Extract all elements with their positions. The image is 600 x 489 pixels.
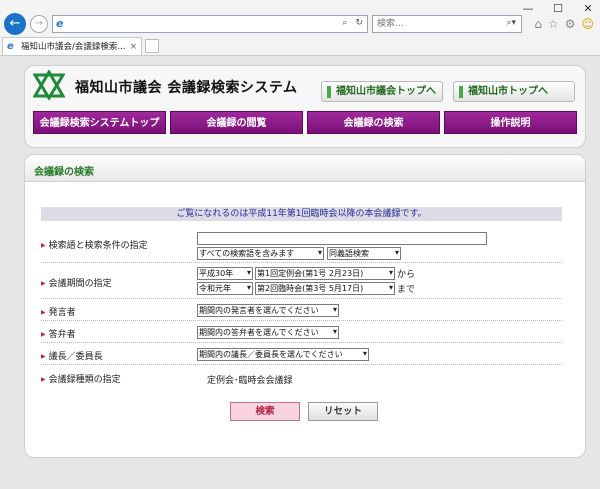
chair-label: ▶ 議長／委員長 bbox=[41, 352, 103, 362]
tab-title: 福知山市議会/会議録検索... bbox=[21, 42, 126, 52]
gear-icon[interactable]: ⚙ bbox=[565, 17, 576, 31]
reset-button[interactable]: リセット bbox=[308, 402, 378, 421]
feedback-smiley-icon[interactable]: ☺ bbox=[581, 17, 594, 31]
keyword-row: ▶検索語と検索条件の指定 すべての検索語を含みます 同義語検索 bbox=[41, 229, 562, 263]
assembly-top-link[interactable]: 福知山市議会トップへ bbox=[321, 81, 443, 102]
window-controls: — ☐ ✕ bbox=[522, 2, 594, 15]
bullet-icon: ▶ bbox=[41, 280, 46, 287]
keyword-label: ▶ 検索語と検索条件の指定 bbox=[41, 241, 148, 251]
new-tab-button[interactable] bbox=[145, 39, 159, 53]
answerer-select[interactable]: 期間内の答弁者を選んでください bbox=[197, 326, 339, 339]
bullet-icon: ▶ bbox=[41, 376, 46, 383]
ie-page-icon: e bbox=[56, 17, 64, 30]
favorites-star-icon[interactable]: ☆ bbox=[548, 17, 559, 31]
from-suffix: から bbox=[397, 270, 416, 280]
speaker-select[interactable]: 期間内の発言者を選んでください bbox=[197, 304, 339, 317]
forward-arrow-icon[interactable]: → bbox=[30, 15, 48, 33]
search-panel: 会議録の検索 ご覧になれるのは平成11年第1回臨時会以降の本会議録です。 ▶ 検索… bbox=[24, 154, 586, 458]
to-session-select[interactable]: 第2回臨時会(第3号 5月17日) bbox=[255, 282, 395, 295]
search-button[interactable]: 検索 bbox=[230, 402, 300, 421]
to-era-select[interactable]: 令和元年 bbox=[197, 282, 253, 295]
site-title: 福知山市議会 会議録検索システム bbox=[75, 80, 298, 96]
main-nav: 会議録検索システムトップ 会議録の閲覧 会議録の検索 操作説明 bbox=[33, 111, 577, 134]
from-session-select[interactable]: 第1回定例会(第1号 2月23日) bbox=[255, 267, 395, 280]
minutes-type-row: ▶ 会議録種類の指定 定例会･臨時会会議録 bbox=[41, 367, 562, 391]
browser-search-box[interactable]: ⌕▾ bbox=[372, 15, 522, 33]
home-icon[interactable]: ⌂ bbox=[534, 17, 542, 31]
close-window-icon[interactable]: ✕ bbox=[582, 2, 594, 15]
synonym-select[interactable]: 同義語検索 bbox=[327, 247, 401, 260]
nav-instructions[interactable]: 操作説明 bbox=[444, 111, 577, 134]
nav-search-minutes[interactable]: 会議録の検索 bbox=[307, 111, 440, 134]
bullet-icon: ▶ bbox=[41, 331, 46, 338]
availability-notice: ご覧になれるのは平成11年第1回臨時会以降の本会議録です。 bbox=[41, 207, 562, 221]
nav-system-top[interactable]: 会議録検索システムトップ bbox=[33, 111, 166, 134]
city-top-link[interactable]: 福知山市トップへ bbox=[453, 81, 575, 102]
speaker-label: ▶ 発言者 bbox=[41, 308, 76, 318]
period-row: ▶会議期間の指定 平成30年 第1回定例会(第1号 2月23日) から 令和元年… bbox=[41, 265, 562, 299]
site-header: 福知山市議会 会議録検索システム 福知山市議会トップへ 福知山市トップへ 会議録… bbox=[24, 65, 586, 148]
refresh-icon[interactable]: ↻ bbox=[355, 18, 363, 28]
answerer-label: ▶ 答弁者 bbox=[41, 330, 76, 340]
keyword-input[interactable] bbox=[197, 232, 487, 245]
minutes-type-value: 定例会･臨時会会議録 bbox=[207, 376, 293, 386]
minimize-icon[interactable]: — bbox=[522, 2, 534, 15]
tab-close-icon[interactable]: × bbox=[130, 38, 137, 56]
browser-chrome: — ☐ ✕ ← → e ⌕ ↻ ⌕▾ ⌂ ☆ ⚙ ☺ e 福知山市議会/会議録検… bbox=[0, 0, 600, 56]
bullet-icon: ▶ bbox=[41, 353, 46, 360]
answerer-row: ▶ 答弁者 期間内の答弁者を選んでください bbox=[41, 323, 562, 343]
bullet-icon: ▶ bbox=[41, 242, 46, 249]
nav-browse-minutes[interactable]: 会議録の閲覧 bbox=[170, 111, 303, 134]
address-bar[interactable]: e ⌕ ↻ bbox=[52, 15, 368, 33]
minutes-type-label: ▶ 会議録種類の指定 bbox=[41, 375, 121, 385]
address-search-icon[interactable]: ⌕ bbox=[342, 18, 347, 28]
condition-select[interactable]: すべての検索語を含みます bbox=[197, 247, 324, 260]
back-arrow-icon[interactable]: ← bbox=[4, 13, 26, 35]
city-logo-icon bbox=[33, 70, 65, 100]
period-label: ▶ 会議期間の指定 bbox=[41, 279, 112, 289]
speaker-row: ▶ 発言者 期間内の発言者を選んでください bbox=[41, 301, 562, 321]
chair-row: ▶ 議長／委員長 期間内の議長／委員長を選んでください bbox=[41, 345, 562, 365]
maximize-icon[interactable]: ☐ bbox=[552, 2, 564, 15]
chair-select[interactable]: 期間内の議長／委員長を選んでください bbox=[197, 348, 369, 361]
to-suffix: まで bbox=[397, 285, 416, 295]
section-title: 会議録の検索 bbox=[34, 167, 94, 178]
search-dropdown-icon[interactable]: ⌕▾ bbox=[506, 18, 516, 28]
section-header: 会議録の検索 bbox=[25, 155, 585, 182]
browser-toolbar-icons: ⌂ ☆ ⚙ ☺ bbox=[534, 17, 594, 31]
tab-favicon-icon: e bbox=[7, 41, 14, 52]
browser-search-input[interactable] bbox=[373, 16, 493, 32]
page-body: 福知山市議会 会議録検索システム 福知山市議会トップへ 福知山市トップへ 会議録… bbox=[0, 56, 600, 489]
from-era-select[interactable]: 平成30年 bbox=[197, 267, 253, 280]
browser-tab[interactable]: e 福知山市議会/会議録検索... × bbox=[2, 37, 142, 56]
bullet-icon: ▶ bbox=[41, 309, 46, 316]
